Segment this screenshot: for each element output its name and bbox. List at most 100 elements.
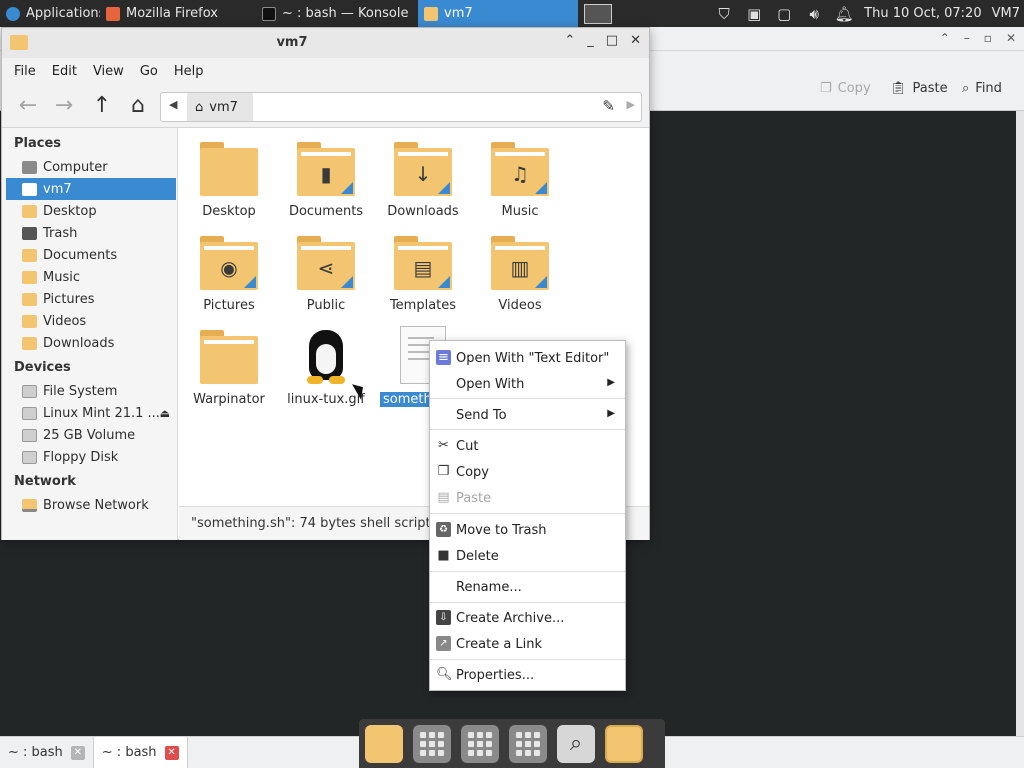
file-item-downloads[interactable]: ↓ Downloads	[374, 142, 472, 219]
sidebar-item-floppy[interactable]: Floppy Disk	[6, 446, 176, 468]
applications-label: Applications	[26, 6, 100, 21]
menu-item-label: Delete	[456, 548, 499, 564]
menu-open-with[interactable]: Open With ▶	[430, 371, 625, 397]
file-manager-titlebar[interactable]: vm7 ⌃ _ □ ✕	[2, 28, 649, 58]
konsole-scrollbar[interactable]	[1016, 111, 1024, 741]
path-right-arrow-icon[interactable]: ▶	[627, 98, 635, 111]
menu-delete[interactable]: ■ Delete	[430, 543, 625, 569]
sidebar-item-label: Browse Network	[43, 497, 149, 513]
find-button[interactable]: ⌕ Find	[962, 81, 1002, 96]
dock-apps-icon[interactable]	[509, 724, 547, 763]
dock-folder-icon[interactable]	[605, 724, 643, 763]
task-thunar[interactable]: vm7	[418, 0, 578, 27]
shade-icon[interactable]: ⌃	[564, 33, 575, 48]
file-item-videos[interactable]: ▥ Videos	[471, 236, 569, 313]
eject-icon[interactable]: ⏏	[160, 407, 170, 420]
dock-search-icon[interactable]: ⌕	[557, 724, 595, 763]
file-label: Public	[306, 298, 346, 313]
sidebar-item-linux-mint[interactable]: Linux Mint 21.1 ... ⏏	[6, 402, 176, 424]
sidebar-item-pictures[interactable]: Pictures	[6, 288, 176, 310]
menu-copy[interactable]: ❐ Copy	[430, 459, 625, 485]
paste-icon: ▤	[437, 490, 450, 505]
clock[interactable]: Thu 10 Oct, 07:20	[864, 6, 981, 21]
sidebar-item-filesystem[interactable]: File System	[6, 380, 176, 402]
menu-move-to-trash[interactable]: ♻ Move to Trash	[430, 517, 625, 543]
dock-apps-icon[interactable]	[413, 724, 451, 763]
sidebar-item-label: 25 GB Volume	[43, 427, 136, 443]
file-item-warpinator[interactable]: Warpinator	[180, 330, 278, 407]
menu-edit[interactable]: Edit	[44, 64, 85, 79]
templates-folder-icon: ▤	[394, 236, 452, 290]
menu-help[interactable]: Help	[166, 64, 212, 79]
sidebar-item-desktop[interactable]: Desktop	[6, 200, 176, 222]
menu-view[interactable]: View	[85, 64, 132, 79]
sidebar-item-browse-network[interactable]: Browse Network	[6, 494, 176, 516]
sidebar-item-label: vm7	[43, 181, 72, 197]
pencil-icon[interactable]: ✎	[602, 97, 615, 115]
path-button-home[interactable]: ⌂ vm7	[187, 93, 253, 121]
sidebar-item-vm7[interactable]: vm7	[6, 178, 176, 200]
menu-create-archive[interactable]: ⇩ Create Archive...	[430, 605, 625, 631]
home-icon[interactable]: ⌂	[124, 92, 152, 120]
forward-arrow-icon[interactable]: →	[50, 92, 78, 120]
close-tab-icon[interactable]: ✕	[70, 745, 85, 760]
workspace-switcher[interactable]	[578, 0, 618, 27]
path-left-arrow-icon[interactable]: ◀	[169, 98, 177, 111]
menu-paste[interactable]: ▤ Paste	[430, 485, 625, 511]
dock-apps-icon[interactable]	[461, 724, 499, 763]
close-tab-icon[interactable]: ✕	[164, 745, 179, 760]
applications-menu[interactable]: Applications	[0, 0, 100, 27]
menu-send-to[interactable]: Send To ▶	[430, 402, 625, 428]
task-firefox[interactable]: Mozilla Firefox	[100, 0, 256, 27]
file-item-pictures[interactable]: ◉ Pictures	[180, 236, 278, 313]
sidebar-item-25gb-volume[interactable]: 25 GB Volume	[6, 424, 176, 446]
copy-button[interactable]: ❐ Copy	[820, 81, 871, 96]
folder-icon	[22, 204, 37, 218]
volume-icon[interactable]: 🔊︎	[804, 5, 824, 23]
minimize-icon[interactable]: ⌃	[940, 31, 950, 45]
konsole-tab-active[interactable]: ~ : bash ✕	[92, 736, 188, 768]
minimize-icon[interactable]: _	[587, 33, 594, 48]
menu-cut[interactable]: ✂ Cut	[430, 433, 625, 459]
sidebar-item-computer[interactable]: Computer	[6, 156, 176, 178]
menu-open-with-text-editor[interactable]: ≡ Open With "Text Editor"	[430, 345, 625, 371]
maximize-icon[interactable]: ▫	[984, 31, 992, 45]
maximize-icon[interactable]: □	[606, 33, 618, 48]
file-item-templates[interactable]: ▤ Templates	[374, 236, 472, 313]
file-item-documents[interactable]: ▮ Documents	[277, 142, 375, 219]
shield-icon[interactable]: ⛉	[714, 5, 734, 23]
bell-icon[interactable]: 🔔︎	[834, 5, 854, 23]
workspace-icon	[584, 3, 612, 24]
sidebar-item-label: Documents	[43, 247, 118, 263]
folder-icon	[22, 292, 37, 306]
sidebar-item-label: Music	[43, 269, 80, 285]
file-item-public[interactable]: ⋖ Public	[277, 236, 375, 313]
menu-item-label: Properties...	[456, 667, 535, 683]
menu-create-link[interactable]: ↗ Create a Link	[430, 631, 625, 657]
menu-go[interactable]: Go	[132, 64, 166, 79]
user-label[interactable]: VM7	[992, 6, 1020, 21]
sidebar-item-documents[interactable]: Documents	[6, 244, 176, 266]
file-item-desktop[interactable]: Desktop	[180, 142, 278, 219]
menu-file[interactable]: File	[6, 64, 44, 79]
task-konsole[interactable]: ~ : bash — Konsole	[256, 0, 418, 27]
menu-rename[interactable]: Rename...	[430, 574, 625, 600]
sidebar-item-music[interactable]: Music	[6, 266, 176, 288]
clipboard-icon[interactable]: ▣	[744, 5, 764, 23]
sidebar-item-videos[interactable]: Videos	[6, 310, 176, 332]
dock-files-icon[interactable]	[365, 724, 403, 763]
konsole-tab[interactable]: ~ : bash ✕	[0, 737, 93, 768]
file-item-music[interactable]: ♫ Music	[471, 142, 569, 219]
paste-button[interactable]: 📋︎ Paste	[890, 81, 948, 96]
menu-item-label: Open With "Text Editor"	[456, 350, 610, 366]
minimize-icon[interactable]: –	[964, 31, 970, 45]
close-icon[interactable]: ✕	[630, 33, 641, 48]
home-icon	[22, 182, 37, 196]
menu-properties[interactable]: 🔍︎ Properties...	[430, 662, 625, 688]
sidebar-item-downloads[interactable]: Downloads	[6, 332, 176, 354]
up-arrow-icon[interactable]: ↑	[88, 92, 116, 120]
window-icon[interactable]: ▢	[774, 5, 794, 23]
back-arrow-icon[interactable]: ←	[14, 92, 42, 120]
sidebar-item-trash[interactable]: Trash	[6, 222, 176, 244]
close-icon[interactable]: ✕	[1006, 31, 1016, 45]
